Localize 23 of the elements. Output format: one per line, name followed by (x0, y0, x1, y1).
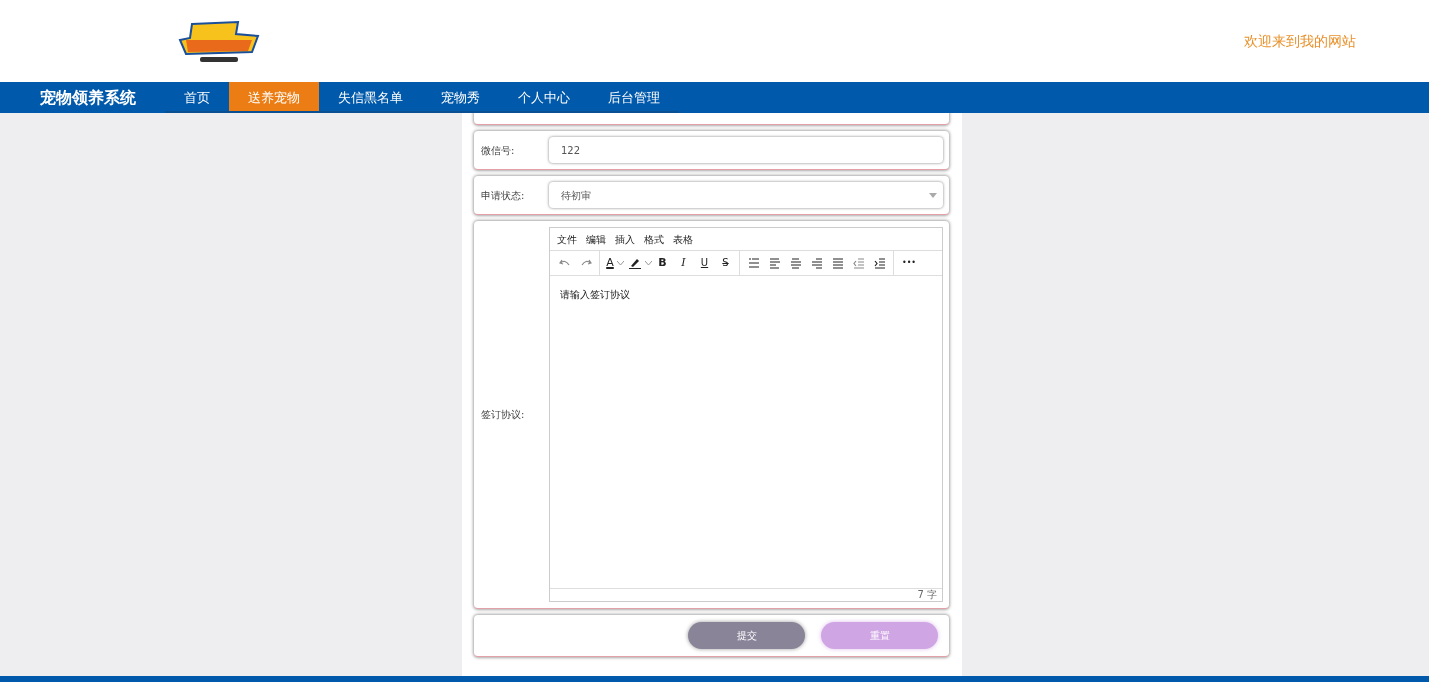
rich-text-editor[interactable]: 文件 编辑 插入 格式 表格 A B I U S ••• 请输入签订协议 7 字 (549, 227, 943, 602)
field-label: 微信号: (481, 143, 516, 158)
submit-button[interactable]: 提交 (688, 622, 805, 649)
bold-button[interactable]: B (652, 253, 673, 273)
font-color-button[interactable]: A (603, 253, 617, 273)
menu-item[interactable]: 编辑 (586, 231, 606, 247)
menu-item[interactable]: 插入 (615, 231, 635, 247)
italic-button[interactable]: I (673, 253, 694, 273)
underline-button[interactable]: U (694, 253, 715, 273)
strikethrough-button[interactable]: S (715, 253, 736, 273)
select-field[interactable]: 待初审 (549, 182, 943, 208)
field-label: 申请状态: (481, 188, 526, 203)
field-label: 签订协议: (481, 408, 526, 422)
input-field[interactable]: 122 (549, 137, 943, 163)
menu-item[interactable]: 文件 (557, 231, 577, 247)
menu-item[interactable]: 格式 (644, 231, 664, 247)
welcome-text: 欢迎来到我的网站 (1244, 31, 1356, 51)
word-count: 7 字 (550, 588, 942, 601)
more-button[interactable]: ••• (897, 253, 921, 273)
editor-placeholder: 请输入签订协议 (559, 288, 631, 302)
site-title: 宠物领养系统 (39, 86, 137, 109)
nav-tab[interactable]: 失信黑名单 (319, 82, 422, 113)
menu-item[interactable]: 表格 (673, 231, 693, 247)
